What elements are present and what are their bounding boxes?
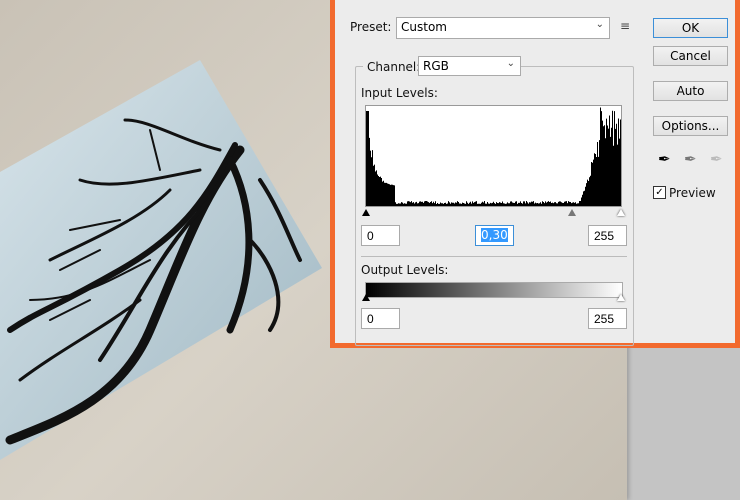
output-black-slider[interactable] — [362, 294, 370, 301]
chevron-down-icon: ⌄ — [507, 58, 515, 69]
histogram — [365, 105, 622, 207]
auto-button[interactable]: Auto — [653, 81, 728, 101]
input-gamma-slider[interactable] — [568, 209, 576, 216]
options-button[interactable]: Options... — [653, 116, 728, 136]
chevron-down-icon: ⌄ — [596, 19, 604, 30]
preset-label: Preset: — [350, 20, 391, 34]
gray-point-eyedropper-icon[interactable]: ✒ — [684, 150, 697, 168]
ok-button[interactable]: OK — [653, 18, 728, 38]
white-point-eyedropper-icon[interactable]: ✒ — [710, 150, 723, 168]
input-black-slider[interactable] — [362, 209, 370, 216]
output-white-slider[interactable] — [617, 294, 625, 301]
channel-dropdown[interactable]: RGB ⌄ — [418, 56, 521, 76]
preset-dropdown[interactable]: Custom ⌄ — [396, 17, 610, 39]
channel-label: Channel: — [363, 60, 424, 74]
separator — [361, 256, 627, 257]
black-point-eyedropper-icon[interactable]: ✒ — [658, 150, 671, 168]
cancel-button[interactable]: Cancel — [653, 46, 728, 66]
input-gamma-value: 0,30 — [481, 228, 508, 242]
channel-value: RGB — [423, 59, 449, 73]
output-white-field[interactable] — [588, 308, 627, 329]
input-levels-label: Input Levels: — [361, 86, 438, 100]
levels-dialog: Preset: Custom ⌄ ≡ Channel: RGB ⌄ Input Le… — [330, 0, 740, 348]
preset-value: Custom — [401, 20, 447, 34]
list-menu-icon[interactable]: ≡ — [620, 19, 630, 33]
input-white-slider[interactable] — [617, 209, 625, 216]
preview-label: Preview — [669, 186, 716, 200]
output-gradient — [365, 282, 623, 298]
preview-checkbox[interactable]: ✓ — [653, 186, 666, 199]
output-levels-label: Output Levels: — [361, 263, 448, 277]
input-gamma-field[interactable]: 0,30 — [475, 225, 514, 246]
output-black-field[interactable] — [361, 308, 400, 329]
input-white-field[interactable] — [588, 225, 627, 246]
input-black-field[interactable] — [361, 225, 400, 246]
